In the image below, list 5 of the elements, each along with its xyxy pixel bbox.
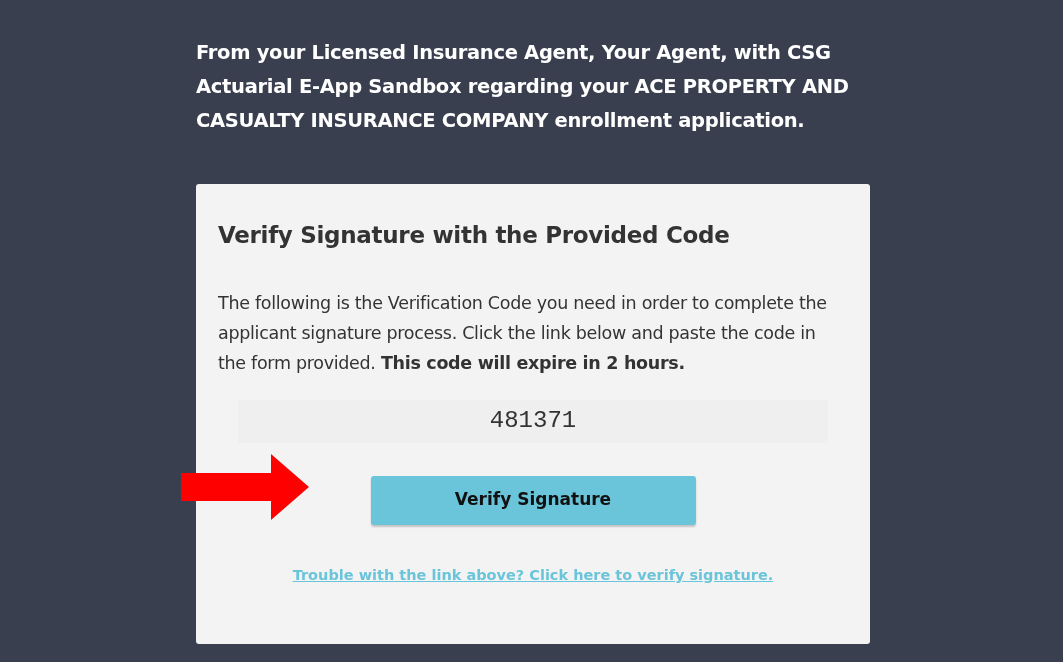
card-title: Verify Signature with the Provided Code xyxy=(218,222,731,250)
instruction-text: The following is the Verification Code you need in order to complete the applicant signature process. Click the link below and paste the code in the form provided. This code will expire in 2 hours. xyxy=(218,291,828,375)
intro-text: From your Licensed Insurance Agent, Your Agent, with CSG Actuarial E-App Sandbox regarding your ACE PROPERTY AND CASUALTY INSURANCE COMPANY enrollment application. xyxy=(196,40,850,134)
verification-code: 481371 xyxy=(238,399,828,443)
verify-signature-button[interactable]: Verify Signature xyxy=(370,475,696,525)
